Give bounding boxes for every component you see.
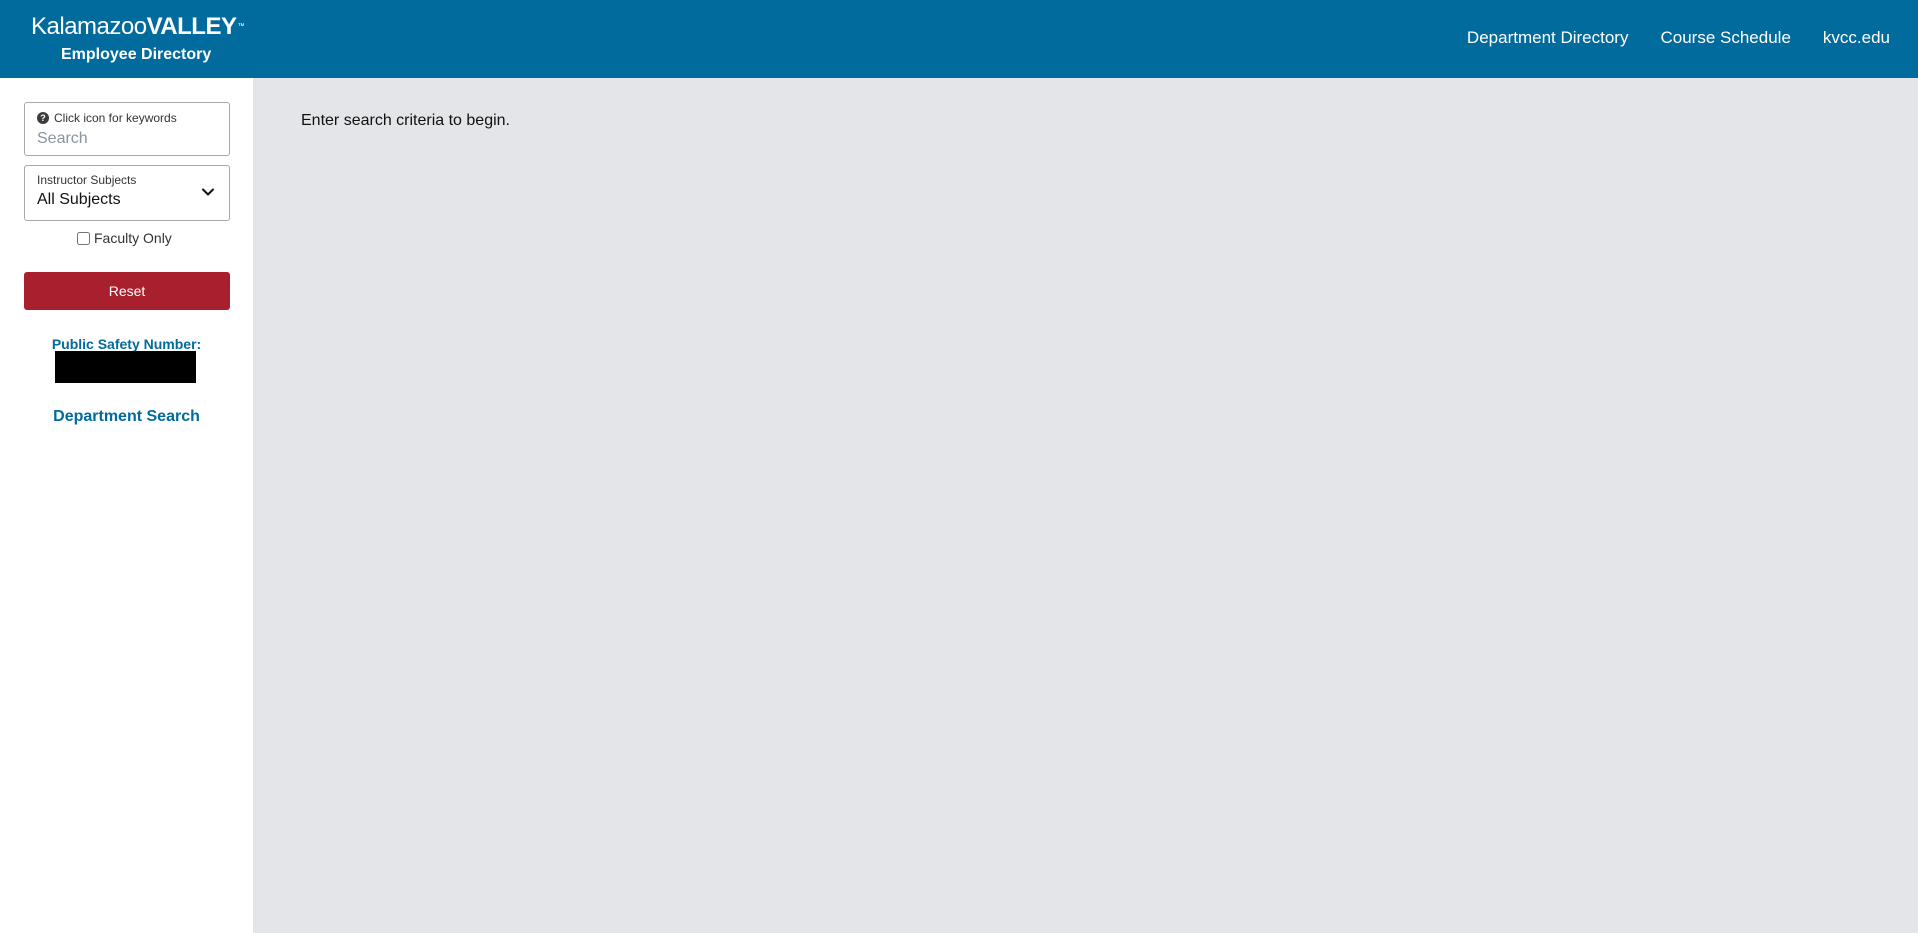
faculty-only-checkbox[interactable]	[77, 231, 90, 245]
public-safety-label: Public Safety Number:	[51, 336, 202, 352]
site-header: KalamazooVALLEY™ Employee Directory Depa…	[0, 0, 1918, 78]
question-circle-icon[interactable]: ?	[37, 112, 49, 124]
nav-kvcc-edu[interactable]: kvcc.edu	[1823, 28, 1890, 48]
faculty-only-option: Faculty Only	[77, 230, 172, 246]
nav-department-directory[interactable]: Department Directory	[1467, 28, 1629, 48]
logo-word-bold: VALLEY	[146, 13, 237, 40]
search-field: ? Click icon for keywords	[24, 102, 230, 156]
kalamazoo-valley-logo[interactable]: KalamazooVALLEY™	[31, 13, 244, 40]
subjects-label: Instructor Subjects	[37, 173, 137, 187]
chevron-down-icon	[202, 188, 214, 196]
logo-wordmark: KalamazooVALLEY™	[31, 13, 244, 40]
nav-course-schedule[interactable]: Course Schedule	[1660, 28, 1790, 48]
logo-word-light: Kalamazoo	[31, 13, 147, 40]
department-search-link[interactable]: Department Search	[0, 408, 253, 426]
reset-button[interactable]: Reset	[24, 272, 230, 310]
instructor-subjects-select[interactable]: Instructor Subjects All Subjects	[24, 165, 230, 221]
top-nav: Department Directory Course Schedule kvc…	[1467, 28, 1890, 48]
logo-trademark: ™	[237, 23, 244, 30]
site-subtitle: Employee Directory	[61, 46, 212, 63]
empty-state-message: Enter search criteria to begin.	[301, 112, 510, 129]
subjects-selected-value: All Subjects	[37, 191, 121, 208]
filter-sidebar: ? Click icon for keywords Instructor Sub…	[0, 78, 253, 933]
public-safety-number-redacted	[55, 351, 196, 383]
search-input[interactable]	[37, 128, 222, 150]
faculty-only-label[interactable]: Faculty Only	[94, 230, 172, 246]
search-hint-label: Click icon for keywords	[54, 111, 177, 125]
results-area: Enter search criteria to begin.	[253, 78, 1918, 933]
